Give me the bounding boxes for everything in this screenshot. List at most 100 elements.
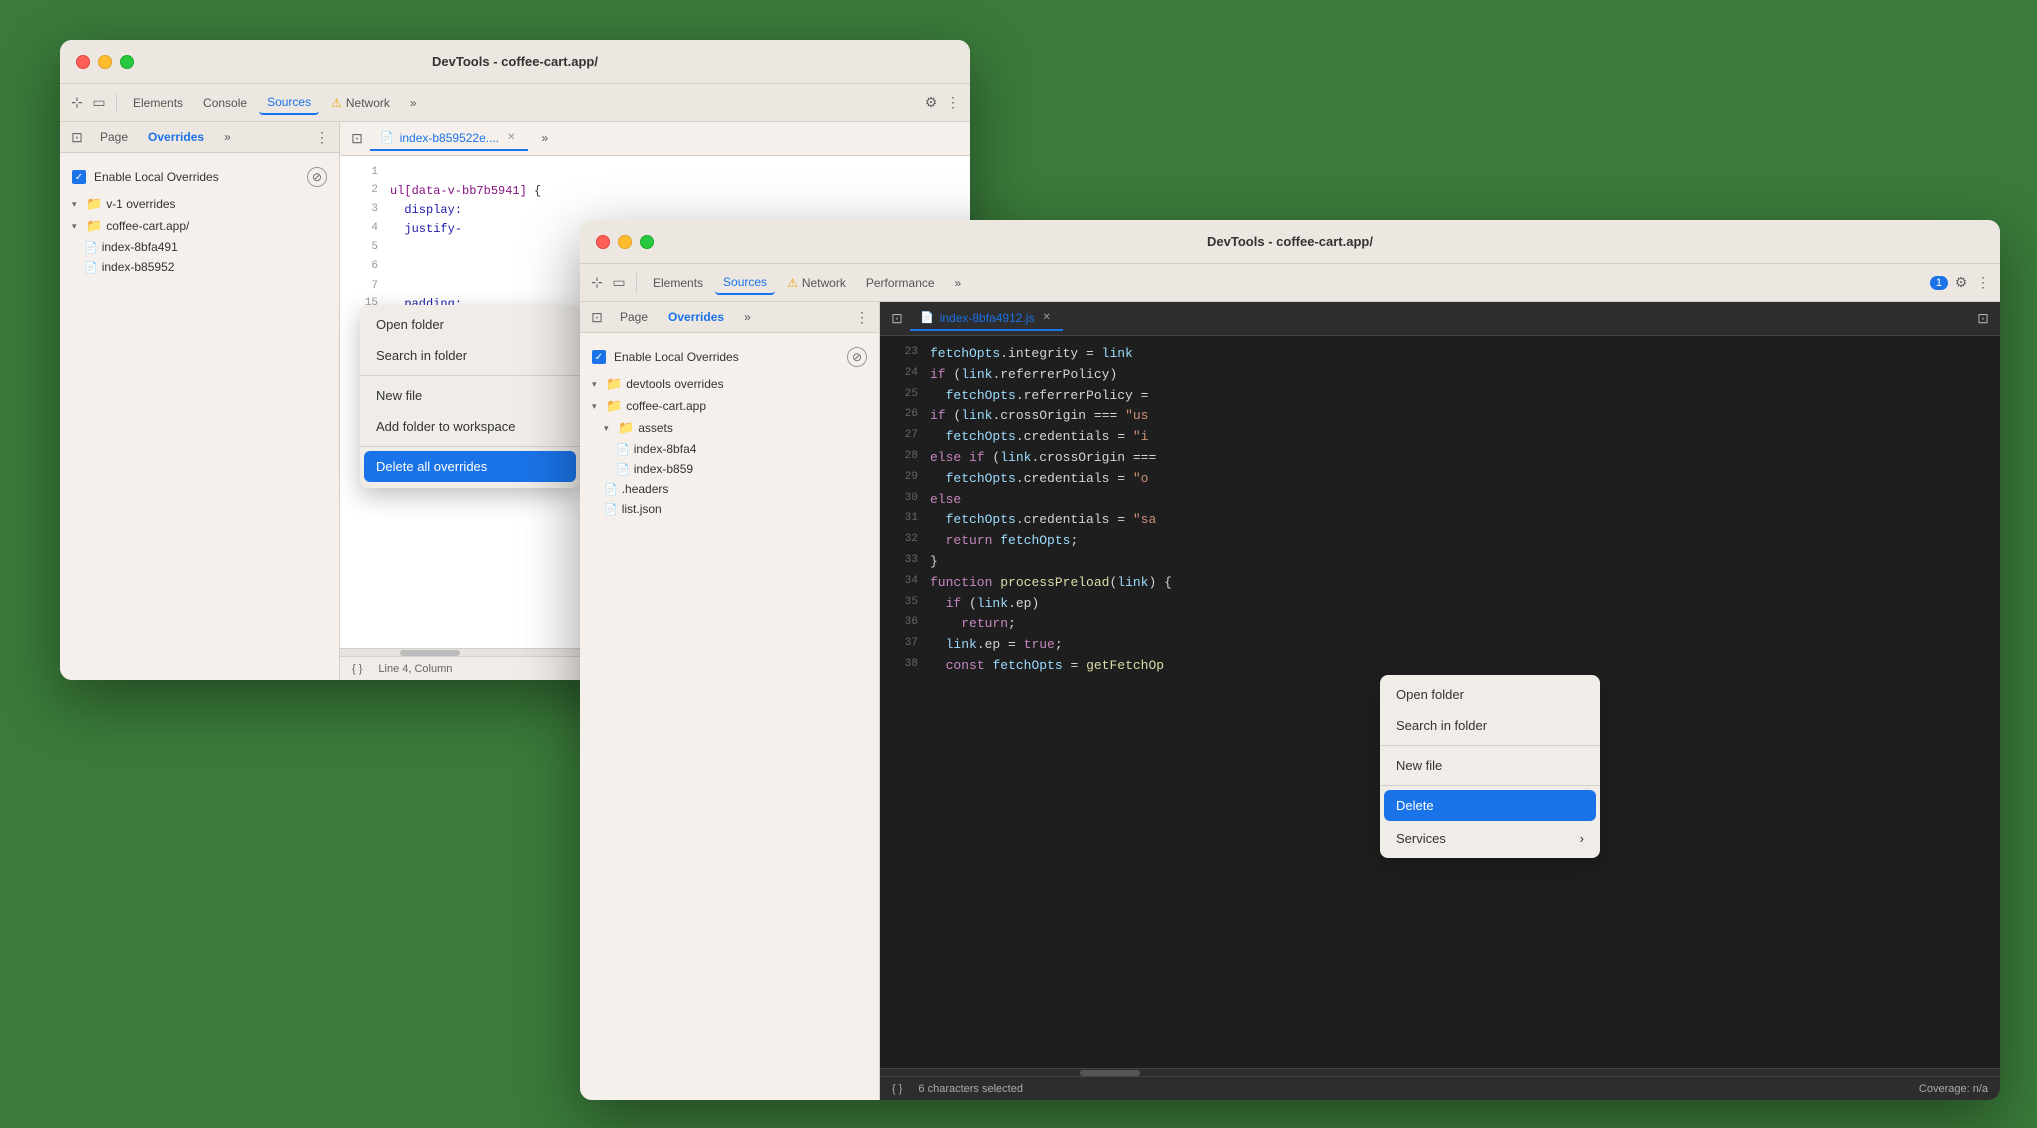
minimize-button-front[interactable] [618, 235, 632, 249]
ln-31: 31 [888, 510, 918, 531]
tab-sources-front[interactable]: Sources [715, 271, 775, 295]
code-tab-close-front[interactable]: ✕ [1040, 312, 1052, 323]
code-tab-more-back[interactable]: » [532, 127, 559, 151]
code-tab-file-back[interactable]: 📄 index-b859522e.... ✕ [370, 127, 528, 151]
sidebar-tab-more-back[interactable]: » [218, 128, 237, 146]
sidebar-more-front[interactable]: ⋮ [853, 308, 871, 326]
tab-network-front[interactable]: ⚠ Network [779, 272, 854, 294]
sidebar-toggle-back[interactable]: ⊡ [68, 128, 86, 146]
ctx-new-file-back[interactable]: New file [360, 380, 580, 411]
window-title-front: DevTools - coffee-cart.app/ [1207, 234, 1373, 249]
cl-37: link.ep = true; [930, 635, 1063, 656]
sidebar-tab-page-front[interactable]: Page [614, 308, 654, 326]
ctx-services-arrow: › [1580, 831, 1584, 846]
panel-close-icon-front[interactable]: ⊡ [1974, 310, 1992, 328]
file2-icon-back: 📄 [84, 261, 98, 274]
inspect-icon-front[interactable]: ⊹ [588, 274, 606, 292]
cl-25: fetchOpts.referrerPolicy = [930, 386, 1148, 407]
code-tabs-front: ⊡ 📄 index-8bfa4912.js ✕ ⊡ [880, 302, 2000, 336]
ctx-search-back[interactable]: Search in folder [360, 340, 580, 371]
tab-more-back[interactable]: » [402, 92, 425, 114]
code-line-25: 25 fetchOpts.referrerPolicy = [880, 386, 2000, 407]
maximize-button-front[interactable] [640, 235, 654, 249]
ctx-delete-front[interactable]: Delete [1384, 790, 1596, 821]
tab-performance-front[interactable]: Performance [858, 272, 943, 294]
code-tab-file-front[interactable]: 📄 index-8bfa4912.js ✕ [910, 307, 1063, 331]
sidebar-content-front: ✓ Enable Local Overrides ⊘ ▾ 📁 devtools … [580, 333, 879, 1100]
sidebar-tabs-front: ⊡ Page Overrides » ⋮ [580, 302, 879, 333]
enable-overrides-checkbox-back[interactable]: ✓ [72, 170, 86, 184]
sidebar-tab-overrides-back[interactable]: Overrides [142, 128, 210, 146]
context-menu-front: Open folder Search in folder New file De… [1380, 675, 1600, 858]
ln-29: 29 [888, 469, 918, 490]
code-toggle-back[interactable]: ⊡ [348, 130, 366, 148]
tree-file1-front[interactable]: 📄 index-8bfa4 [580, 439, 879, 459]
tree-listjson-front[interactable]: 📄 list.json [580, 499, 879, 519]
tree-file2-front[interactable]: 📄 index-b859 [580, 459, 879, 479]
status-left-front: 6 characters selected [918, 1083, 1023, 1095]
close-button-back[interactable] [76, 55, 90, 69]
tree-root-back[interactable]: ▾ 📁 v-1 overrides [60, 193, 339, 215]
ctx-open-folder-back[interactable]: Open folder [360, 309, 580, 340]
clear-overrides-back[interactable]: ⊘ [307, 167, 327, 187]
tab-elements-front[interactable]: Elements [645, 272, 711, 294]
enable-overrides-checkbox-front[interactable]: ✓ [592, 350, 606, 364]
sidebar-toggle-front[interactable]: ⊡ [588, 308, 606, 326]
tree-child-front[interactable]: ▾ 📁 coffee-cart.app [580, 395, 879, 417]
code-tab-close-back[interactable]: ✕ [505, 132, 517, 143]
scrollbar-front[interactable] [880, 1068, 2000, 1076]
settings-icon-front[interactable]: ⚙ [1952, 274, 1970, 292]
ctx-new-file-front[interactable]: New file [1380, 750, 1600, 781]
titlebar-back: DevTools - coffee-cart.app/ [60, 40, 970, 84]
ctx-delete-all-back[interactable]: Delete all overrides [364, 451, 576, 482]
close-button-front[interactable] [596, 235, 610, 249]
tree-headers-front[interactable]: 📄 .headers [580, 479, 879, 499]
folder-child-icon-back: 📁 [86, 218, 102, 234]
sidebar-more-back[interactable]: ⋮ [313, 128, 331, 146]
tree-file2-back[interactable]: 📄 index-b85952 [60, 257, 339, 277]
minimize-button-back[interactable] [98, 55, 112, 69]
tree-root-front[interactable]: ▾ 📁 devtools overrides [580, 373, 879, 395]
cl-30: else [930, 490, 961, 511]
sidebar-tab-more-front[interactable]: » [738, 308, 757, 326]
ln-34: 34 [888, 573, 918, 594]
tab-network-back[interactable]: ⚠ Network [323, 92, 398, 114]
tab-sources-back[interactable]: Sources [259, 91, 319, 115]
code-line-23: 23 fetchOpts.integrity = link [880, 344, 2000, 365]
divider-1 [116, 93, 117, 113]
maximize-button-back[interactable] [120, 55, 134, 69]
code-line-34: 34 function processPreload(link) { [880, 573, 2000, 594]
settings-icon-back[interactable]: ⚙ [922, 94, 940, 112]
enable-overrides-label-back: Enable Local Overrides [94, 170, 299, 184]
tree-file1-back[interactable]: 📄 index-8bfa491 [60, 237, 339, 257]
tab-console-back[interactable]: Console [195, 92, 255, 114]
cl-24: if (link.referrerPolicy) [930, 365, 1117, 386]
overrides-header-front: ✓ Enable Local Overrides ⊘ [580, 341, 879, 373]
inspect-icon[interactable]: ⊹ [68, 94, 86, 112]
tab-more-front[interactable]: » [947, 272, 970, 294]
tree-headers-label-front: .headers [622, 482, 669, 496]
arrow-child-back: ▾ [72, 221, 82, 232]
code-toggle-front[interactable]: ⊡ [888, 310, 906, 328]
more-icon-back[interactable]: ⋮ [944, 94, 962, 112]
braces-icon-back: { } [352, 663, 362, 675]
cl-35: if (link.ep) [930, 594, 1039, 615]
tab-elements-back[interactable]: Elements [125, 92, 191, 114]
sidebar-tab-overrides-front[interactable]: Overrides [662, 308, 730, 326]
ln-26: 26 [888, 406, 918, 427]
file1-icon-back: 📄 [84, 241, 98, 254]
ctx-services-front[interactable]: Services › [1380, 823, 1600, 854]
ctx-search-front[interactable]: Search in folder [1380, 710, 1600, 741]
ctx-open-folder-front[interactable]: Open folder [1380, 679, 1600, 710]
ctx-add-folder-back[interactable]: Add folder to workspace [360, 411, 580, 442]
tree-subchild-front[interactable]: ▾ 📁 assets [580, 417, 879, 439]
tree-file2-label-front: index-b859 [634, 462, 693, 476]
code-tabs-back: ⊡ 📄 index-b859522e.... ✕ » [340, 122, 970, 156]
clear-overrides-front[interactable]: ⊘ [847, 347, 867, 367]
device-icon-front[interactable]: ▭ [610, 274, 628, 292]
tree-child-back[interactable]: ▾ 📁 coffee-cart.app/ [60, 215, 339, 237]
more-icon-front[interactable]: ⋮ [1974, 274, 1992, 292]
sidebar-tab-page-back[interactable]: Page [94, 128, 134, 146]
status-text-back: Line 4, Column [378, 663, 452, 675]
device-icon[interactable]: ▭ [90, 94, 108, 112]
